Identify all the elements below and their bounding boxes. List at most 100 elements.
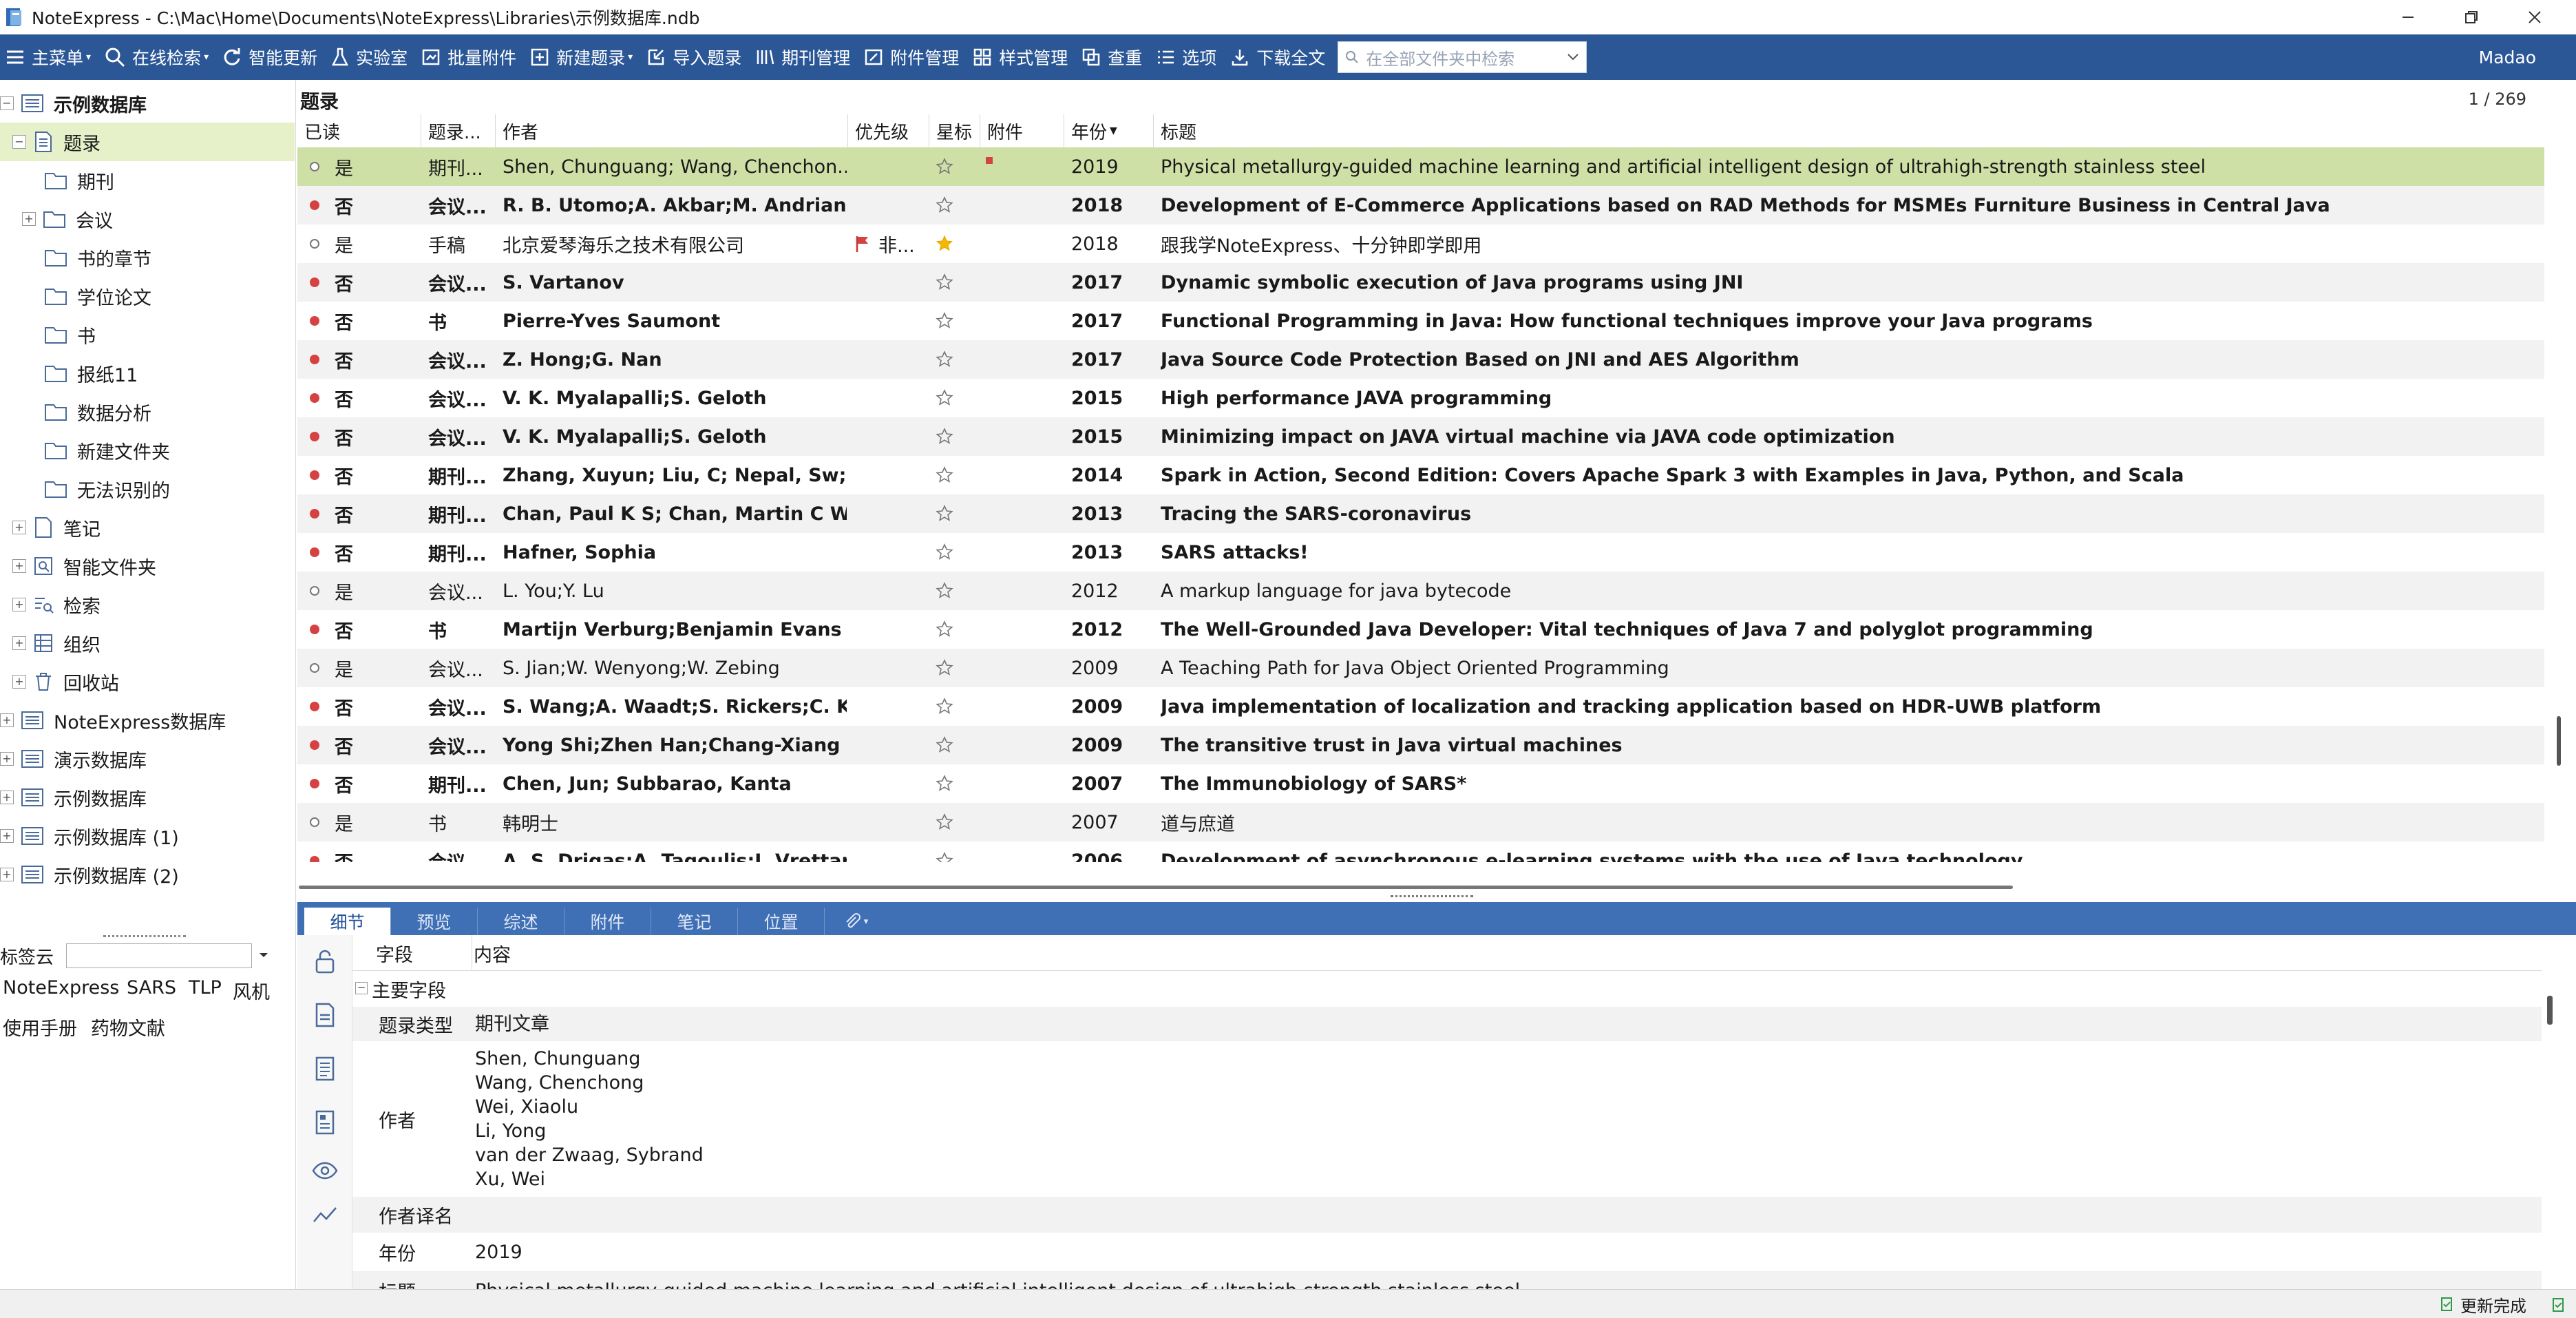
- tab-location[interactable]: 位置: [738, 908, 825, 935]
- column-header-star[interactable]: 星标: [929, 114, 980, 147]
- detail-vertical-scrollbar[interactable]: [2547, 996, 2553, 1025]
- import-records-button[interactable]: 导入题录: [641, 34, 750, 80]
- sidebar-splitter[interactable]: [103, 935, 186, 938]
- style-mgmt-button[interactable]: 样式管理: [967, 34, 1076, 80]
- table-row[interactable]: 否 期刊... Hafner, Sophia 2013 SARS attacks…: [297, 533, 2544, 572]
- expand-icon[interactable]: +: [12, 598, 26, 611]
- column-header-author[interactable]: 作者: [496, 114, 848, 147]
- maximize-button[interactable]: [2440, 0, 2503, 34]
- table-row[interactable]: 否 书 Martijn Verburg;Benjamin Evans 2012 …: [297, 610, 2544, 649]
- tag-item[interactable]: 风机: [233, 977, 270, 1004]
- expand-icon[interactable]: +: [0, 713, 14, 727]
- tree-item-newspaper[interactable]: 报纸11: [0, 354, 295, 393]
- document-list-icon[interactable]: [311, 1055, 339, 1082]
- document-summary-icon[interactable]: [311, 1109, 339, 1136]
- tree-item-notes[interactable]: + 笔记: [0, 508, 295, 547]
- table-row[interactable]: 否 期刊... Zhang, Xuyun; Liu, C; Nepal, Sw;…: [297, 456, 2544, 494]
- tree-item-root-db[interactable]: − 示例数据库: [0, 84, 295, 123]
- field-row-author[interactable]: 作者 Shen, Chunguang Wang, Chenchong Wei, …: [352, 1041, 2542, 1197]
- star-outline-icon[interactable]: [935, 196, 954, 215]
- star-filled-icon[interactable]: [935, 234, 954, 253]
- table-row[interactable]: 否 会议... S. Wang;A. Waadt;S. Rickers;C. K…: [297, 687, 2544, 726]
- star-outline-icon[interactable]: [935, 658, 954, 678]
- star-outline-icon[interactable]: [935, 581, 954, 600]
- smart-update-button[interactable]: 智能更新: [217, 34, 326, 80]
- collapse-icon[interactable]: −: [0, 96, 14, 110]
- options-button[interactable]: 选项: [1150, 34, 1225, 80]
- table-row[interactable]: 否 会议... V. K. Myalapalli;S. Geloth 2015 …: [297, 379, 2544, 417]
- star-outline-icon[interactable]: [935, 157, 954, 176]
- star-outline-icon[interactable]: [935, 620, 954, 639]
- table-row[interactable]: 否 会议... Yong Shi;Zhen Han;Chang-Xiang Sh…: [297, 726, 2544, 764]
- column-header-read[interactable]: 已读: [297, 114, 421, 147]
- table-row[interactable]: 是 会议... L. You;Y. Lu 2012 A markup langu…: [297, 572, 2544, 610]
- tag-item[interactable]: SARS: [127, 977, 176, 998]
- star-outline-icon[interactable]: [935, 735, 954, 755]
- new-record-button[interactable]: 新建题录 ▾: [525, 34, 641, 80]
- table-row[interactable]: 否 期刊... Chen, Jun; Subbarao, Kanta 2007 …: [297, 764, 2544, 803]
- column-header-type[interactable]: 题录...: [421, 114, 496, 147]
- column-header-title[interactable]: 标题: [1154, 114, 2544, 147]
- expand-icon[interactable]: +: [0, 829, 14, 843]
- table-row[interactable]: 是 期刊... Shen, Chunguang; Wang, Chenchon.…: [297, 147, 2544, 186]
- tree-item-db-sample-2[interactable]: + 示例数据库 (2): [0, 855, 295, 894]
- table-row[interactable]: 否 期刊... Chan, Paul K S; Chan, Martin C W…: [297, 494, 2544, 533]
- column-header-year[interactable]: 年份 ▼: [1064, 114, 1154, 147]
- tab-preview[interactable]: 预览: [391, 908, 478, 935]
- collapse-icon[interactable]: −: [12, 135, 26, 149]
- tree-item-db-sample-1[interactable]: + 示例数据库 (1): [0, 817, 295, 855]
- tree-item-db-noteexpress[interactable]: + NoteExpress数据库: [0, 701, 295, 740]
- expand-icon[interactable]: +: [12, 636, 26, 650]
- expand-icon[interactable]: +: [12, 559, 26, 573]
- table-row[interactable]: 否 会议... Z. Hong;G. Nan 2017 Java Source …: [297, 340, 2544, 379]
- tree-item-conference[interactable]: + 会议: [0, 200, 295, 238]
- batch-attach-button[interactable]: 批量附件: [416, 34, 525, 80]
- tag-item[interactable]: TLP: [189, 977, 222, 998]
- chevron-down-icon[interactable]: [259, 952, 268, 959]
- star-outline-icon[interactable]: [935, 388, 954, 408]
- vertical-scrollbar[interactable]: [2557, 716, 2561, 766]
- column-header-priority[interactable]: 优先级: [848, 114, 929, 147]
- expand-icon[interactable]: +: [12, 521, 26, 534]
- panel-splitter[interactable]: [1391, 895, 1473, 898]
- tree-item-book-chapter[interactable]: 书的章节: [0, 238, 295, 277]
- field-group-header[interactable]: − 主要字段: [352, 971, 2542, 1007]
- tree-item-new-folder[interactable]: 新建文件夹: [0, 431, 295, 470]
- record-fields-icon[interactable]: [311, 1001, 339, 1029]
- tree-item-unrecognized[interactable]: 无法识别的: [0, 470, 295, 508]
- collapse-icon[interactable]: −: [355, 982, 368, 994]
- horizontal-scrollbar[interactable]: [297, 883, 2544, 892]
- close-button[interactable]: [2503, 0, 2566, 34]
- tree-item-organize[interactable]: + 组织: [0, 624, 295, 662]
- expand-icon[interactable]: +: [22, 212, 36, 226]
- lock-icon[interactable]: [311, 948, 339, 975]
- star-outline-icon[interactable]: [935, 543, 954, 562]
- tree-item-db-demo[interactable]: + 演示数据库: [0, 740, 295, 778]
- star-outline-icon[interactable]: [935, 774, 954, 793]
- field-row-author-translation[interactable]: 作者译名: [352, 1197, 2542, 1233]
- tab-attachments[interactable]: 附件: [564, 908, 651, 935]
- minimize-button[interactable]: [2376, 0, 2440, 34]
- main-menu-button[interactable]: 主菜单 ▾: [0, 34, 99, 80]
- table-row[interactable]: 是 会议... S. Jian;W. Wenyong;W. Zebing 200…: [297, 649, 2544, 687]
- trend-icon[interactable]: [311, 1201, 339, 1228]
- table-row[interactable]: 否 会议... A. S. Drigas;A. Tagoulis;I. Vret…: [297, 841, 2544, 862]
- check-duplicates-button[interactable]: 查重: [1076, 34, 1150, 80]
- expand-icon[interactable]: +: [12, 675, 26, 689]
- star-outline-icon[interactable]: [935, 504, 954, 523]
- tree-item-records[interactable]: − 题录: [0, 123, 295, 161]
- tree-item-book[interactable]: 书: [0, 315, 295, 354]
- star-outline-icon[interactable]: [935, 350, 954, 369]
- user-menu[interactable]: Madao: [2479, 34, 2536, 80]
- table-row[interactable]: 否 会议... V. K. Myalapalli;S. Geloth 2015 …: [297, 417, 2544, 456]
- tag-cloud-input[interactable]: [66, 943, 253, 968]
- table-row[interactable]: 否 书 Pierre-Yves Saumont 2017 Functional …: [297, 302, 2544, 340]
- lab-button[interactable]: 实验室: [326, 34, 416, 80]
- tab-details[interactable]: 细节: [304, 908, 391, 935]
- chevron-down-icon[interactable]: [1567, 53, 1579, 61]
- tree-item-journal[interactable]: 期刊: [0, 161, 295, 200]
- star-outline-icon[interactable]: [935, 273, 954, 292]
- online-search-button[interactable]: 在线检索 ▾: [99, 34, 217, 80]
- expand-icon[interactable]: +: [0, 791, 14, 804]
- star-outline-icon[interactable]: [935, 427, 954, 446]
